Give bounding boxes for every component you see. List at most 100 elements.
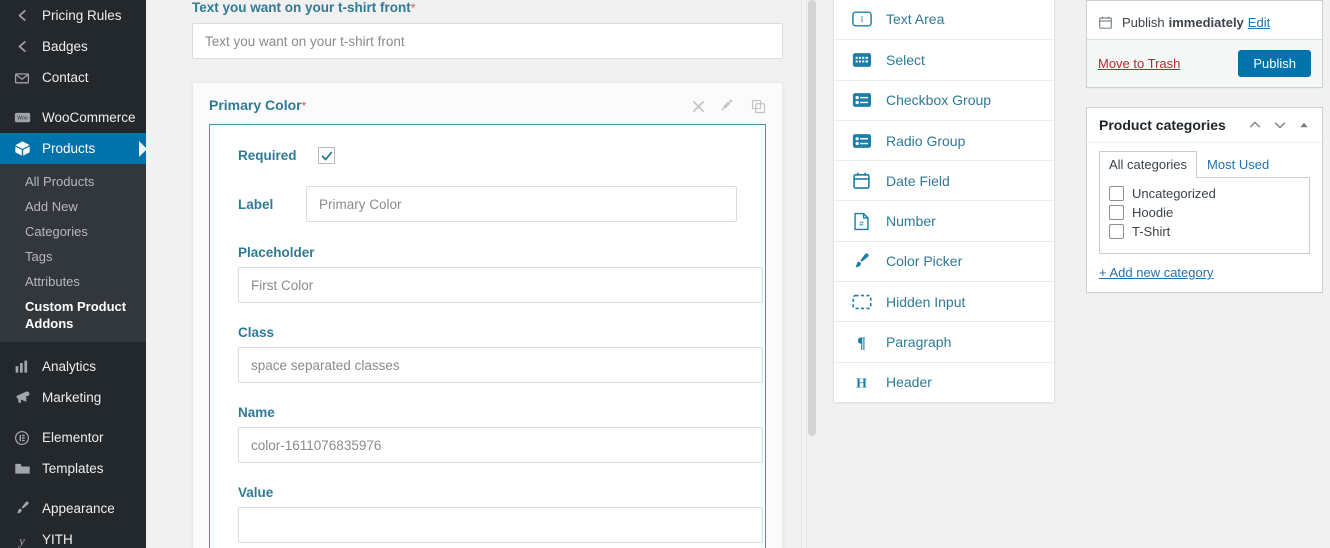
publish-prefix: Publish xyxy=(1122,15,1165,30)
sidebar-item-label: YITH xyxy=(42,531,73,547)
svg-text:#: # xyxy=(859,218,864,227)
panel-handles xyxy=(1248,118,1310,132)
category-label: T-Shirt xyxy=(1132,224,1171,239)
move-to-trash-link[interactable]: Move to Trash xyxy=(1098,56,1180,71)
class-setting-label: Class xyxy=(238,325,275,340)
sidebar-item-badges[interactable]: Badges xyxy=(0,31,146,62)
close-icon[interactable] xyxy=(690,98,706,114)
header-h-icon: H xyxy=(851,372,872,393)
field-type-hidden-input[interactable]: Hidden Input xyxy=(834,281,1054,322)
sidebar-item-label: WooCommerce xyxy=(42,109,136,125)
sidebar-item-label: Marketing xyxy=(42,389,102,405)
sidebar-item-products[interactable]: Products xyxy=(0,133,146,164)
sidebar-item-woocommerce[interactable]: Woo WooCommerce xyxy=(0,102,146,133)
class-setting-input[interactable] xyxy=(238,347,763,383)
scrollbar-thumb[interactable] xyxy=(808,0,816,436)
visibility-row-clipped[interactable] xyxy=(1087,1,1322,8)
field-type-radio-group[interactable]: Radio Group xyxy=(834,119,1054,161)
category-row-hoodie[interactable]: Hoodie xyxy=(1109,205,1300,220)
primary-color-panel-title: Primary Color* xyxy=(209,97,306,113)
admin-sidebar: Pricing Rules Badges Contact Woo WooComm… xyxy=(0,0,146,548)
product-categories-title: Product categories xyxy=(1099,117,1226,133)
sidebar-separator xyxy=(0,413,146,422)
field-type-select[interactable]: Select xyxy=(834,39,1054,80)
value-setting-row: Value xyxy=(238,485,763,543)
category-checkbox[interactable] xyxy=(1109,186,1124,201)
text-area-icon: I xyxy=(851,9,872,30)
publish-timing: immediately xyxy=(1168,15,1244,30)
select-icon xyxy=(851,49,872,70)
product-categories-box: Product categories All categories Most U… xyxy=(1086,107,1323,293)
sidebar-item-marketing[interactable]: Marketing xyxy=(0,382,146,413)
sidebar-item-appearance[interactable]: Appearance xyxy=(0,493,146,524)
category-checkbox[interactable] xyxy=(1109,224,1124,239)
copy-icon[interactable] xyxy=(750,98,766,114)
tshirt-text-input[interactable] xyxy=(192,23,783,59)
pencil-icon[interactable] xyxy=(720,98,736,114)
folder-icon xyxy=(11,459,33,479)
svg-text:y: y xyxy=(17,533,25,547)
publish-edit-link[interactable]: Edit xyxy=(1248,15,1270,30)
sidebar-item-elementor[interactable]: Elementor xyxy=(0,422,146,453)
field-type-text-area[interactable]: I Text Area xyxy=(834,0,1054,40)
form-builder-column: Text you want on your t-shirt front* Pri… xyxy=(146,0,801,548)
field-type-checkbox-group[interactable]: Checkbox Group xyxy=(834,79,1054,120)
field-types-column: I Text Area Select Checkbox Group Radio … xyxy=(801,0,1077,548)
publish-button[interactable]: Publish xyxy=(1238,50,1311,77)
product-categories-body: All categories Most Used Uncategorized H… xyxy=(1087,143,1322,292)
add-new-category-link[interactable]: + Add new category xyxy=(1099,265,1310,280)
submenu-item-tags[interactable]: Tags xyxy=(0,244,146,269)
category-checkbox[interactable] xyxy=(1109,205,1124,220)
sidebar-item-analytics[interactable]: Analytics xyxy=(0,351,146,382)
woo-icon: Woo xyxy=(11,108,33,128)
builder-scrollbar[interactable] xyxy=(806,0,816,548)
name-setting-row: Name xyxy=(238,405,763,463)
form-fields-wrapper: Text you want on your t-shirt front* Pri… xyxy=(146,0,801,548)
category-row-uncategorized[interactable]: Uncategorized xyxy=(1109,186,1300,201)
field-type-paragraph[interactable]: ¶ Paragraph xyxy=(834,321,1054,362)
move-up-icon[interactable] xyxy=(1248,118,1262,132)
number-icon: # xyxy=(851,211,872,232)
panel-title-text: Primary Color xyxy=(209,97,302,113)
main-content: Text you want on your t-shirt front* Pri… xyxy=(146,0,1330,548)
name-setting-input[interactable] xyxy=(238,427,763,463)
placeholder-setting-row: Placeholder xyxy=(238,245,763,303)
sidebar-item-pricing-rules[interactable]: Pricing Rules xyxy=(0,0,146,31)
radio-group-icon xyxy=(851,130,872,151)
sidebar-item-contact[interactable]: Contact xyxy=(0,62,146,93)
field-type-label: Text Area xyxy=(886,11,945,28)
submenu-item-add-new[interactable]: Add New xyxy=(0,194,146,219)
publish-rows: Publish immediately Edit xyxy=(1087,1,1322,39)
category-label: Uncategorized xyxy=(1132,186,1216,201)
panel-tools xyxy=(690,97,766,114)
envelope-icon xyxy=(11,68,33,88)
sidebar-item-label: Badges xyxy=(42,38,88,54)
submenu-item-all-products[interactable]: All Products xyxy=(0,169,146,194)
submenu-item-categories[interactable]: Categories xyxy=(0,219,146,244)
value-setting-input[interactable] xyxy=(238,507,763,543)
field-type-header[interactable]: H Header xyxy=(834,361,1054,402)
placeholder-setting-input[interactable] xyxy=(238,267,763,303)
move-down-icon[interactable] xyxy=(1273,118,1287,132)
category-row-tshirt[interactable]: T-Shirt xyxy=(1109,224,1300,239)
field-type-color-picker[interactable]: Color Picker xyxy=(834,240,1054,282)
label-setting-input[interactable] xyxy=(306,186,737,222)
tshirt-text-field-label: Text you want on your t-shirt front* xyxy=(192,0,783,15)
sidebar-item-yith[interactable]: y YITH xyxy=(0,524,146,548)
field-type-label: Select xyxy=(886,51,925,68)
toggle-panel-icon[interactable] xyxy=(1298,119,1310,131)
field-type-label: Radio Group xyxy=(886,132,966,149)
sidebar-item-label: Products xyxy=(42,140,96,156)
tab-all-categories[interactable]: All categories xyxy=(1099,151,1198,178)
submenu-item-custom-product-addons[interactable]: Custom Product Addons xyxy=(0,294,146,336)
field-type-date-field[interactable]: Date Field xyxy=(834,160,1054,201)
elementor-icon xyxy=(11,428,33,448)
required-checkbox[interactable] xyxy=(318,147,335,164)
tab-most-used[interactable]: Most Used xyxy=(1197,151,1279,178)
sidebar-item-templates[interactable]: Templates xyxy=(0,453,146,484)
megaphone-icon xyxy=(11,388,33,408)
field-type-number[interactable]: # Number xyxy=(834,200,1054,241)
pilcrow-icon: ¶ xyxy=(851,332,872,353)
admin-screen: Pricing Rules Badges Contact Woo WooComm… xyxy=(0,0,1330,548)
submenu-item-attributes[interactable]: Attributes xyxy=(0,269,146,294)
